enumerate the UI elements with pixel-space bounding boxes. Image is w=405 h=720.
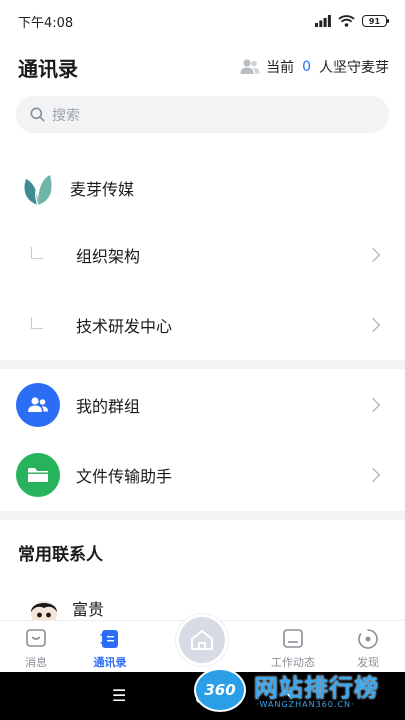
chevron-right-icon xyxy=(365,467,381,483)
menu-icon[interactable]: ☰ xyxy=(112,686,126,705)
search-input[interactable]: 搜索 xyxy=(16,96,389,133)
tab-work-updates[interactable]: 工作动态 xyxy=(263,625,323,671)
home-button[interactable] xyxy=(179,617,225,663)
folder-icon xyxy=(16,453,60,497)
watermark-logo: 360 xyxy=(194,668,246,712)
home-icon xyxy=(191,630,213,650)
watermark: 360 网站排行榜 ·WANGZHAN360.CN· xyxy=(190,666,402,718)
battery-icon: 91 xyxy=(362,15,389,27)
wifi-icon xyxy=(338,15,355,27)
contacts-icon xyxy=(99,628,121,650)
my-groups-label: 我的群组 xyxy=(76,397,141,416)
status-time: 下午4:08 xyxy=(18,15,74,31)
online-prefix: 当前 xyxy=(266,60,295,76)
my-groups-row[interactable]: 我的群组 xyxy=(0,370,405,440)
page-header: 通讯录 当前 0 人坚守麦芽 xyxy=(18,48,389,86)
organization-row[interactable]: 麦芽传媒 xyxy=(20,166,385,210)
status-icons: 91 xyxy=(315,15,389,27)
tree-elbow-icon xyxy=(31,247,43,259)
search-icon xyxy=(30,107,45,122)
tree-item-org-structure[interactable]: 组织架构 xyxy=(0,225,405,285)
tree-item-rnd-center[interactable]: 技术研发中心 xyxy=(0,295,405,355)
contact-name: 富贵 xyxy=(72,600,105,619)
status-bar: 下午4:08 91 xyxy=(0,0,405,42)
organization-name: 麦芽传媒 xyxy=(70,180,135,199)
tab-label: 通讯录 xyxy=(93,656,127,669)
tab-messages[interactable]: 消息 xyxy=(6,625,66,671)
people-icon xyxy=(16,383,60,427)
tab-discover[interactable]: 发现 xyxy=(338,625,398,671)
chevron-right-icon xyxy=(365,397,381,413)
frequent-contacts-title: 常用联系人 xyxy=(18,545,103,565)
section-divider xyxy=(0,360,405,369)
online-suffix: 人坚守麦芽 xyxy=(319,60,389,76)
company-logo-icon xyxy=(24,175,52,206)
tab-label: 消息 xyxy=(25,656,47,669)
discover-icon xyxy=(357,628,379,650)
file-transfer-label: 文件传输助手 xyxy=(76,467,173,486)
chevron-right-icon xyxy=(365,317,381,333)
online-count: 0 xyxy=(302,59,311,75)
watermark-text: 网站排行榜 xyxy=(254,674,379,702)
message-icon xyxy=(25,628,47,650)
online-status: 当前 0 人坚守麦芽 xyxy=(240,57,389,77)
tree-item-label: 组织架构 xyxy=(76,247,141,266)
tree-elbow-icon xyxy=(31,317,43,329)
page-title: 通讯录 xyxy=(18,56,78,81)
search-placeholder: 搜索 xyxy=(52,107,80,124)
chevron-right-icon xyxy=(365,247,381,263)
work-icon xyxy=(282,628,304,650)
tab-contacts[interactable]: 通讯录 xyxy=(80,625,140,671)
signal-icon xyxy=(315,15,331,27)
tree-item-label: 技术研发中心 xyxy=(76,317,173,336)
file-transfer-row[interactable]: 文件传输助手 xyxy=(0,440,405,510)
section-divider xyxy=(0,511,405,520)
people-icon xyxy=(240,59,260,74)
watermark-subtext: ·WANGZHAN360.CN· xyxy=(256,700,355,709)
